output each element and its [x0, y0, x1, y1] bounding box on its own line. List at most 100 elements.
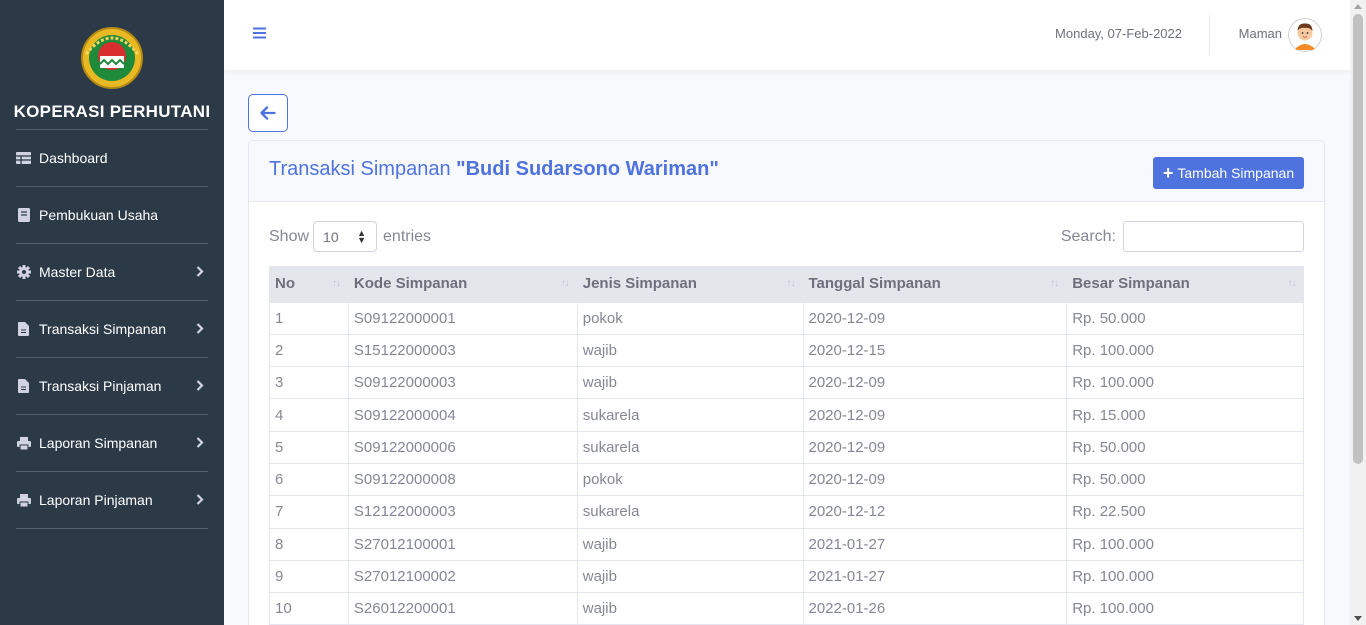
- table-cell: pokok: [576, 301, 804, 335]
- table-cell: Rp. 100.000: [1066, 366, 1304, 400]
- avatar[interactable]: [1288, 18, 1322, 52]
- table-cell: 8: [269, 527, 349, 561]
- table-cell: pokok: [576, 462, 804, 497]
- page-title: Transaksi Simpanan "Budi Sudarsono Warim…: [269, 158, 719, 181]
- table-cell: S26012200001: [347, 592, 578, 625]
- table-row: 4 S09122000004 sukarela 2020-12-09 Rp. 15.00…: [269, 398, 1304, 432]
- sidebar-item-laporan-simpanan[interactable]: Laporan Simpanan: [16, 415, 208, 472]
- sidebar-brand[interactable]: KOPERASI PERHUTANI: [0, 0, 224, 130]
- scroll-down-icon[interactable]: [1354, 616, 1362, 621]
- topbar-divider: [1209, 15, 1210, 55]
- sort-icon: ↑↓: [560, 278, 570, 289]
- sidebar-item-label: Transaksi Pinjaman: [39, 378, 162, 394]
- menu-toggle-icon[interactable]: [252, 26, 268, 40]
- sort-icon: ↑↓: [1050, 278, 1059, 289]
- add-savings-button[interactable]: + Tambah Simpanan: [1153, 157, 1304, 189]
- sidebar-item-pembukuan-usaha[interactable]: Pembukuan Usaha: [16, 187, 208, 244]
- table-cell: 2022-01-26: [802, 592, 1068, 625]
- table-cell: S15122000003: [347, 333, 578, 368]
- member-name: "Budi Sudarsono Wariman": [456, 158, 719, 180]
- table-cell: wajib: [576, 527, 804, 561]
- table-cell: 2020-12-09: [802, 430, 1068, 464]
- page-scrollbar[interactable]: [1350, 0, 1366, 625]
- table-cell: Rp. 100.000: [1066, 559, 1304, 594]
- sidebar-item-label: Transaksi Simpanan: [39, 321, 167, 337]
- sidebar-item-label: Laporan Simpanan: [39, 435, 158, 451]
- table-cell: Rp. 100.000: [1066, 527, 1304, 561]
- table-row: 6 S09122000008 pokok 2020-12-09 Rp. 50.000: [269, 462, 1304, 497]
- print-icon: [16, 436, 31, 450]
- koperasi-logo: [81, 27, 143, 89]
- column-header-besar[interactable]: Besar Simpanan ↑↓: [1066, 266, 1304, 302]
- plus-icon: +: [1162, 163, 1174, 183]
- table-cell: 6: [269, 462, 349, 497]
- column-label: Besar Simpanan: [1072, 275, 1190, 293]
- sidebar-item-master-data[interactable]: Master Data: [16, 244, 208, 301]
- table-cell: 2021-01-27: [802, 559, 1068, 594]
- table-cell: S09122000004: [347, 398, 578, 432]
- search-input[interactable]: [1123, 221, 1304, 252]
- table-cell: sukarela: [576, 430, 804, 464]
- file-icon: [16, 322, 31, 336]
- entries-value: 10: [323, 228, 339, 245]
- table-cell: 2021-01-27: [802, 527, 1068, 561]
- table-cell: 4: [269, 398, 349, 432]
- sidebar-item-label: Pembukuan Usaha: [39, 207, 159, 223]
- scroll-up-icon[interactable]: [1354, 4, 1362, 9]
- table-cell: wajib: [576, 366, 804, 400]
- chevron-right-icon: [196, 378, 204, 394]
- table-cell: Rp. 50.000: [1066, 462, 1304, 497]
- sidebar: KOPERASI PERHUTANI Dashboard Pembukuan U…: [0, 0, 224, 625]
- table-cell: sukarela: [576, 495, 804, 529]
- sidebar-item-label: Dashboard: [39, 150, 108, 166]
- user-name[interactable]: Maman: [1239, 26, 1282, 41]
- table-cell: sukarela: [576, 398, 804, 432]
- back-button[interactable]: [248, 94, 288, 132]
- chevron-right-icon: [196, 435, 204, 451]
- sidebar-item-label: Laporan Pinjaman: [39, 492, 153, 508]
- add-savings-label: Tambah Simpanan: [1177, 165, 1295, 181]
- table-cell: S09122000006: [347, 430, 578, 464]
- table-cell: 2020-12-09: [802, 366, 1068, 400]
- chevron-right-icon: [196, 264, 204, 280]
- file-icon: [16, 379, 31, 393]
- sidebar-item-label: Master Data: [39, 264, 116, 280]
- column-header-no[interactable]: No ↑↓: [269, 266, 349, 302]
- card-header: Transaksi Simpanan "Budi Sudarsono Warim…: [249, 141, 1324, 202]
- column-header-jenis[interactable]: Jenis Simpanan ↑↓: [576, 266, 803, 302]
- table-cell: 10: [269, 592, 349, 625]
- table-row: 2 S15122000003 wajib 2020-12-15 Rp. 100.000: [269, 333, 1304, 368]
- table-cell: wajib: [576, 333, 804, 368]
- dashboard-icon: [16, 151, 31, 165]
- column-label: Kode Simpanan: [353, 275, 468, 293]
- table-cell: S27012100002: [347, 559, 578, 594]
- table-cell: 2020-12-09: [802, 398, 1068, 432]
- column-header-kode[interactable]: Kode Simpanan ↑↓: [347, 266, 578, 302]
- sidebar-item-laporan-pinjaman[interactable]: Laporan Pinjaman: [16, 472, 208, 529]
- gear-icon: [16, 265, 31, 279]
- search-control: Search:: [1061, 221, 1304, 252]
- table-cell: 9: [269, 559, 349, 594]
- table-cell: 2020-12-12: [802, 495, 1068, 529]
- entries-control: Show 10 ▲ ▼ entries: [269, 221, 431, 252]
- search-label: Search:: [1060, 227, 1116, 245]
- select-caret-icon: ▲ ▼: [357, 228, 367, 245]
- savings-table: No ↑↓ Kode Simpanan ↑↓ Jenis Simpanan ↑↓ Ta…: [269, 266, 1304, 625]
- sidebar-item-transaksi-simpanan[interactable]: Transaksi Simpanan: [16, 301, 208, 358]
- table-cell: 7: [269, 495, 349, 529]
- sidebar-item-dashboard[interactable]: Dashboard: [16, 130, 208, 187]
- table-cell: wajib: [576, 559, 804, 594]
- sort-icon: ↑↓: [786, 278, 796, 289]
- column-header-tanggal[interactable]: Tanggal Simpanan ↑↓: [802, 266, 1067, 302]
- arrow-left-icon: [260, 106, 276, 120]
- sidebar-item-transaksi-pinjaman[interactable]: Transaksi Pinjaman: [16, 358, 208, 415]
- entries-select[interactable]: 10 ▲ ▼: [313, 221, 378, 252]
- table-cell: 5: [269, 430, 349, 464]
- table-cell: Rp. 15.000: [1066, 398, 1304, 432]
- title-prefix: Transaksi Simpanan: [269, 158, 457, 180]
- scroll-thumb[interactable]: [1353, 14, 1363, 464]
- current-date: Monday, 07-Feb-2022: [1055, 26, 1182, 41]
- table-cell: Rp. 100.000: [1066, 333, 1304, 368]
- column-label: Tanggal Simpanan: [808, 275, 941, 293]
- table-cell: Rp. 22.500: [1066, 495, 1304, 529]
